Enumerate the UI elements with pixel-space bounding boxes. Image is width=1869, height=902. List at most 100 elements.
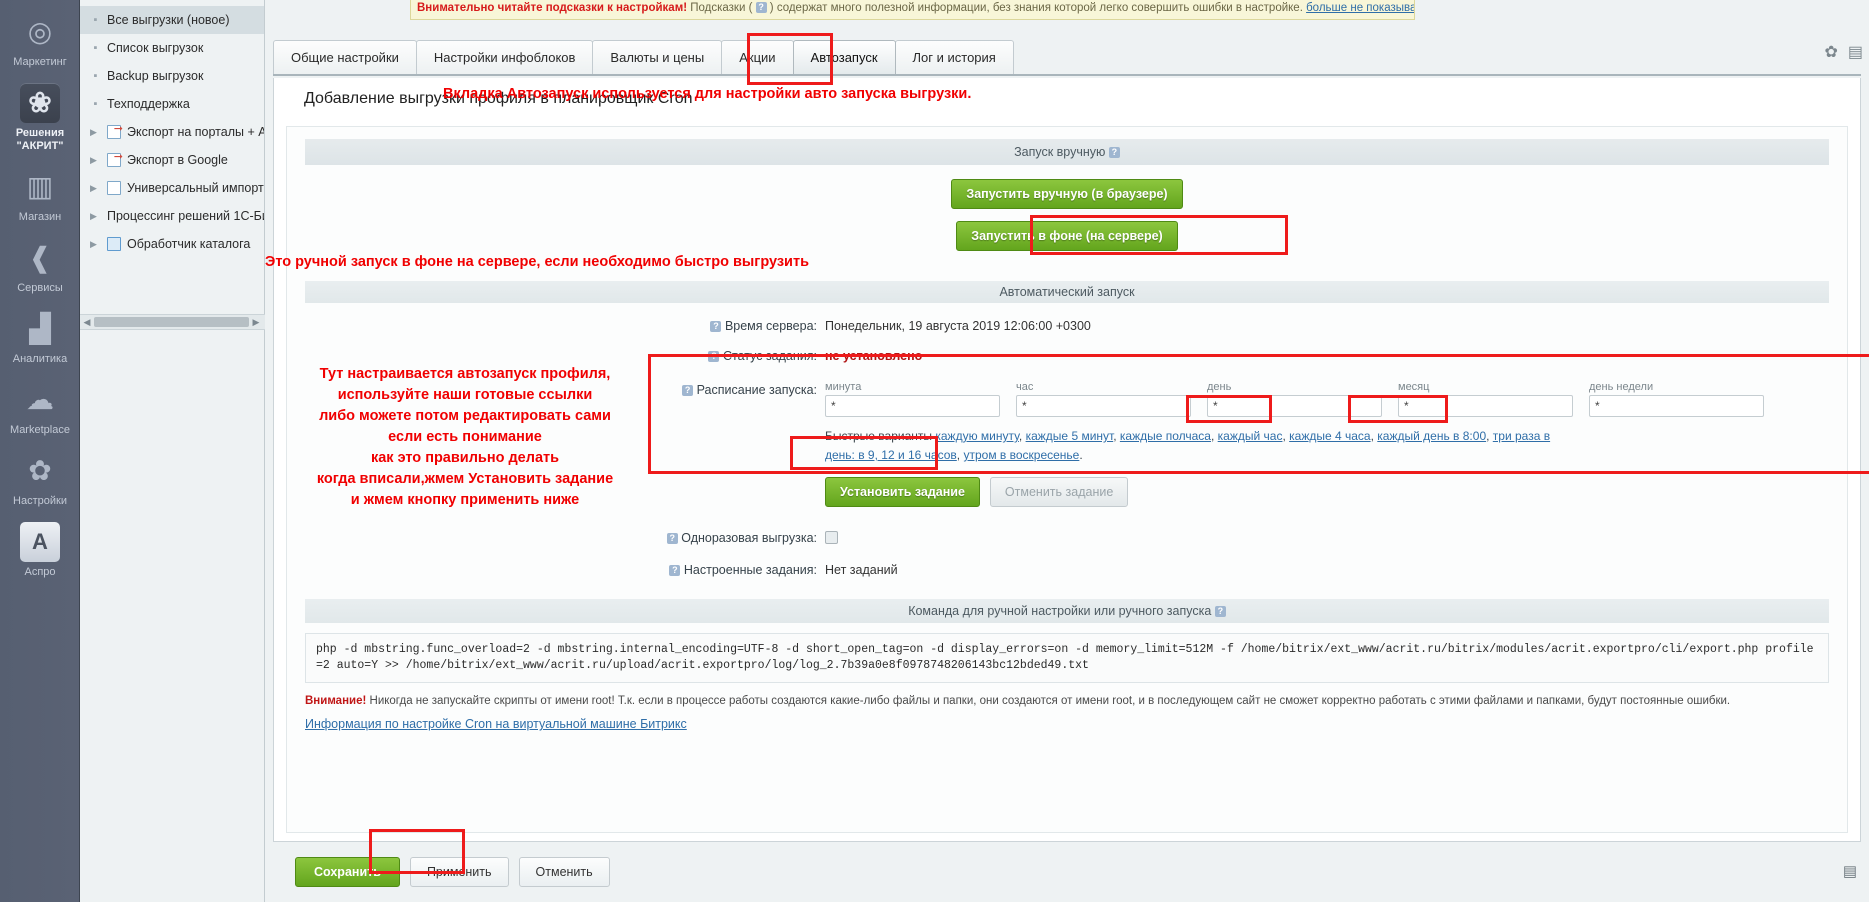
tree-item-processing[interactable]: ▶ Процессинг решений 1С-Битр xyxy=(80,202,264,230)
configured-tasks-label-wrap: ? Настроенные задания: xyxy=(305,561,825,577)
tree-item-export-list[interactable]: ▪ Список выгрузок xyxy=(80,34,264,62)
tree-item-label: Процессинг решений 1С-Битр xyxy=(107,209,264,223)
chevron-right-icon: ▶ xyxy=(90,183,101,194)
cron-command-text[interactable]: php -d mbstring.func_overload=2 -d mbstr… xyxy=(305,633,1829,683)
rail-item-aspro[interactable]: A Аспро xyxy=(0,516,80,587)
help-icon[interactable]: ? xyxy=(708,351,719,362)
run-in-browser-button[interactable]: Запустить вручную (в браузере) xyxy=(951,179,1182,209)
resize-handle[interactable]: ▤ xyxy=(1843,862,1857,880)
rail-item-akrit[interactable]: ❀ Решения"АКРИТ" xyxy=(0,77,80,161)
chevron-right-icon: ▶ xyxy=(90,127,101,138)
rail-label: Marketplace xyxy=(0,424,80,437)
tree-item-export-portals[interactable]: ▶ Экспорт на порталы + API xyxy=(80,118,264,146)
quick-link-daily-8am[interactable]: каждый день в 8:00 xyxy=(1377,429,1486,443)
help-icon[interactable]: ? xyxy=(682,385,693,396)
set-task-button[interactable]: Установить задание xyxy=(825,477,980,507)
help-icon[interactable]: ? xyxy=(1215,606,1226,617)
tab-bar-actions: ✿ ▤ xyxy=(1824,42,1863,62)
manual-browser-row: Запустить вручную (в браузере) xyxy=(287,165,1847,209)
help-icon[interactable]: ? xyxy=(756,2,767,13)
tree-item-universal-import[interactable]: ▶ Универсальный импорт xyxy=(80,174,264,202)
cron-minute-label: минута xyxy=(825,381,1000,393)
run-in-background-button[interactable]: Запустить в фоне (на сервере) xyxy=(956,221,1177,251)
quick-link-every-5-minutes[interactable]: каждые 5 минут xyxy=(1026,429,1114,443)
schedule-label: Расписание запуска: xyxy=(697,383,817,397)
quick-link-every-half-hour[interactable]: каждые полчаса xyxy=(1120,429,1211,443)
cron-field-minute: минута xyxy=(825,381,1000,417)
cron-day-input[interactable] xyxy=(1207,395,1382,417)
rail-label: Аналитика xyxy=(0,353,80,366)
scrollbar-thumb[interactable] xyxy=(94,317,249,327)
tree-item-support[interactable]: ▪ Техподдержка xyxy=(80,90,264,118)
tree-item-backup[interactable]: ▪ Backup выгрузок xyxy=(80,62,264,90)
cron-minute-input[interactable] xyxy=(825,395,1000,417)
catalog-icon xyxy=(107,237,121,251)
quick-link-every-hour[interactable]: каждый час xyxy=(1218,429,1283,443)
export-folder-icon xyxy=(107,153,121,167)
apply-button[interactable]: Применить xyxy=(410,857,509,887)
onetime-checkbox-wrap xyxy=(825,529,838,544)
rail-label: Магазин xyxy=(0,211,80,224)
quick-link-every-4-hours[interactable]: каждые 4 часа xyxy=(1289,429,1370,443)
rail-item-settings[interactable]: ✿ Настройки xyxy=(0,445,80,516)
hide-notice-link[interactable]: больше не показывать xyxy=(1306,2,1415,14)
tab-currencies-prices[interactable]: Валюты и цены xyxy=(592,40,722,74)
tab-log-history[interactable]: Лог и история xyxy=(895,40,1014,74)
root-warning: Внимание! Никогда не запускайте скрипты … xyxy=(305,693,1829,709)
tab-promotions[interactable]: Акции xyxy=(721,40,793,74)
task-status-row: ? Статус задания: не установлено xyxy=(305,347,1829,363)
rail-item-services[interactable]: ❰ Сервисы xyxy=(0,232,80,303)
help-icon[interactable]: ? xyxy=(710,321,721,332)
tab-general-settings[interactable]: Общие настройки xyxy=(273,40,417,74)
rail-item-shop[interactable]: ▥ Магазин xyxy=(0,161,80,232)
form-footer: Сохранить Применить Отменить ▤ xyxy=(273,848,1861,896)
help-icon[interactable]: ? xyxy=(669,565,680,576)
quick-link-every-minute[interactable]: каждую минуту xyxy=(935,429,1019,443)
command-section-title: Команда для ручной настройки или ручного… xyxy=(908,604,1211,618)
gear-icon[interactable]: ✿ xyxy=(1824,42,1837,62)
scroll-left-icon[interactable]: ◀ xyxy=(80,317,94,328)
quick-link-sunday-morning[interactable]: утром в воскресенье xyxy=(963,448,1079,462)
help-icon[interactable]: ? xyxy=(1109,147,1120,158)
cron-info-link[interactable]: Информация по настройке Cron на виртуаль… xyxy=(305,717,687,731)
task-status-label: Статус задания: xyxy=(723,349,817,363)
help-icon[interactable]: ? xyxy=(667,533,678,544)
server-time-value: Понедельник, 19 августа 2019 12:06:00 +0… xyxy=(825,317,1091,333)
navigation-tree: ▪ Все выгрузки (новое) ▪ Список выгрузок… xyxy=(80,0,265,902)
task-status-value: не установлено xyxy=(825,347,922,363)
rail-item-marketing[interactable]: ◎ Маркетинг xyxy=(0,6,80,77)
configured-tasks-label: Настроенные задания: xyxy=(684,563,817,577)
tab-autostart[interactable]: Автозапуск xyxy=(793,40,896,74)
cron-fields: минута час день xyxy=(825,381,1764,417)
tree-horizontal-scrollbar[interactable]: ◀ ▶ xyxy=(80,314,265,330)
cron-hour-input[interactable] xyxy=(1016,395,1191,417)
configured-tasks-value: Нет заданий xyxy=(825,561,898,577)
cron-month-input[interactable] xyxy=(1398,395,1573,417)
tree-item-export-google[interactable]: ▶ Экспорт в Google xyxy=(80,146,264,174)
notice-text-before: Подсказки ( xyxy=(687,2,756,14)
cron-weekday-input[interactable] xyxy=(1589,395,1764,417)
save-button[interactable]: Сохранить xyxy=(295,857,400,887)
cron-hour-label: час xyxy=(1016,381,1191,393)
scroll-right-icon[interactable]: ▶ xyxy=(249,317,263,328)
tree-item-label: Обработчик каталога xyxy=(127,237,250,251)
pin-icon[interactable]: ▤ xyxy=(1848,42,1863,62)
tree-item-label: Техподдержка xyxy=(107,97,190,111)
cancel-task-button: Отменить задание xyxy=(990,477,1128,507)
cron-field-month: месяц xyxy=(1398,381,1573,417)
rail-item-marketplace[interactable]: ☁ Marketplace xyxy=(0,374,80,445)
command-section-header: Команда для ручной настройки или ручного… xyxy=(305,599,1829,623)
task-status-label-wrap: ? Статус задания: xyxy=(305,347,825,363)
tree-item-catalog-handler[interactable]: ▶ Обработчик каталога xyxy=(80,230,264,258)
tab-infoblock-settings[interactable]: Настройки инфоблоков xyxy=(416,40,594,74)
app-window: ◎ Маркетинг ❀ Решения"АКРИТ" ▥ Магазин ❰… xyxy=(0,0,1869,902)
onetime-label-wrap: ? Одноразовая выгрузка: xyxy=(305,529,825,545)
onetime-row: ? Одноразовая выгрузка: xyxy=(305,529,1829,545)
onetime-export-checkbox[interactable] xyxy=(825,531,838,544)
rail-item-analytics[interactable]: ▟ Аналитика xyxy=(0,303,80,374)
cancel-button[interactable]: Отменить xyxy=(519,857,610,887)
export-folder-icon xyxy=(107,125,121,139)
tree-item-all-exports[interactable]: ▪ Все выгрузки (новое) xyxy=(80,6,264,34)
main-content: Внимательно читайте подсказки к настройк… xyxy=(265,0,1869,902)
tree-item-label: Список выгрузок xyxy=(107,41,203,55)
